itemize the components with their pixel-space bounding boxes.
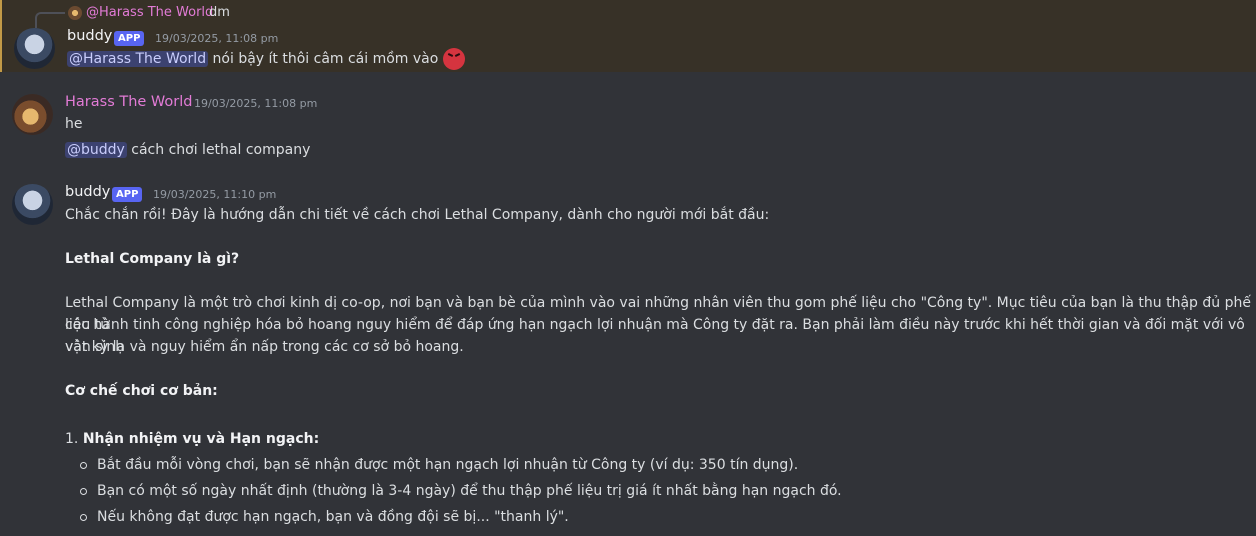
message-text: he <box>65 116 83 132</box>
reply-preview[interactable]: dm <box>209 5 230 20</box>
list-item-heading: 1. Nhận nhiệm vụ và Hạn ngạch: <box>65 428 319 450</box>
author-name[interactable]: buddy <box>65 184 110 200</box>
bullet-list: Bắt đầu mỗi vòng chơi, bạn sẽ nhận được … <box>65 454 842 528</box>
app-badge: APP <box>114 31 145 46</box>
reply-author[interactable]: @Harass The World <box>86 5 213 20</box>
intro-text: Chắc chắn rồi! Đây là hướng dẫn chi tiết… <box>65 207 770 223</box>
section-heading: Cơ chế chơi cơ bản: <box>65 383 218 399</box>
timestamp[interactable]: 19/03/2025, 11:08 pm <box>155 32 278 45</box>
avatar[interactable] <box>12 184 53 225</box>
app-badge: APP <box>112 187 143 202</box>
message-1[interactable]: @Harass The World dm buddy APP 19/03/202… <box>0 0 1256 72</box>
reply-avatar[interactable] <box>68 6 82 20</box>
list-item: Bạn có một số ngày nhất định (thường là … <box>65 480 842 502</box>
timestamp[interactable]: 19/03/2025, 11:10 pm <box>153 188 276 201</box>
avatar[interactable] <box>12 94 53 135</box>
message-text: nói bậy ít thôi câm cái mồm vào <box>212 51 439 67</box>
author-name[interactable]: Harass The World <box>65 94 192 110</box>
avatar[interactable] <box>14 28 55 69</box>
list-item: Bắt đầu mỗi vòng chơi, bạn sẽ nhận được … <box>65 454 842 476</box>
message-text: cách chơi lethal company <box>131 142 311 158</box>
list-title: Nhận nhiệm vụ và Hạn ngạch: <box>82 431 320 447</box>
paragraph-line: vật kỳ lạ và nguy hiểm ẩn nấp trong các … <box>65 339 464 355</box>
list-item: Nếu không đạt được hạn ngạch, bạn và đồn… <box>65 506 842 528</box>
angry-face-icon[interactable] <box>442 48 465 70</box>
section-heading: Lethal Company là gì? <box>65 251 240 267</box>
message-2[interactable]: Harass The World 19/03/2025, 11:08 pm he… <box>0 88 1256 168</box>
list-number: 1. <box>65 431 79 447</box>
message-3[interactable]: buddy APP 19/03/2025, 11:10 pm Chắc chắn… <box>0 178 1256 536</box>
author-name[interactable]: buddy <box>67 28 112 44</box>
user-mention[interactable]: @Harass The World <box>67 51 209 67</box>
timestamp[interactable]: 19/03/2025, 11:08 pm <box>194 97 317 110</box>
message-content: @buddy cách chơi lethal company <box>65 139 310 161</box>
user-mention[interactable]: @buddy <box>65 142 127 158</box>
message-content: @Harass The World nói bậy ít thôi câm cá… <box>67 48 465 70</box>
reply-connector <box>35 12 65 28</box>
